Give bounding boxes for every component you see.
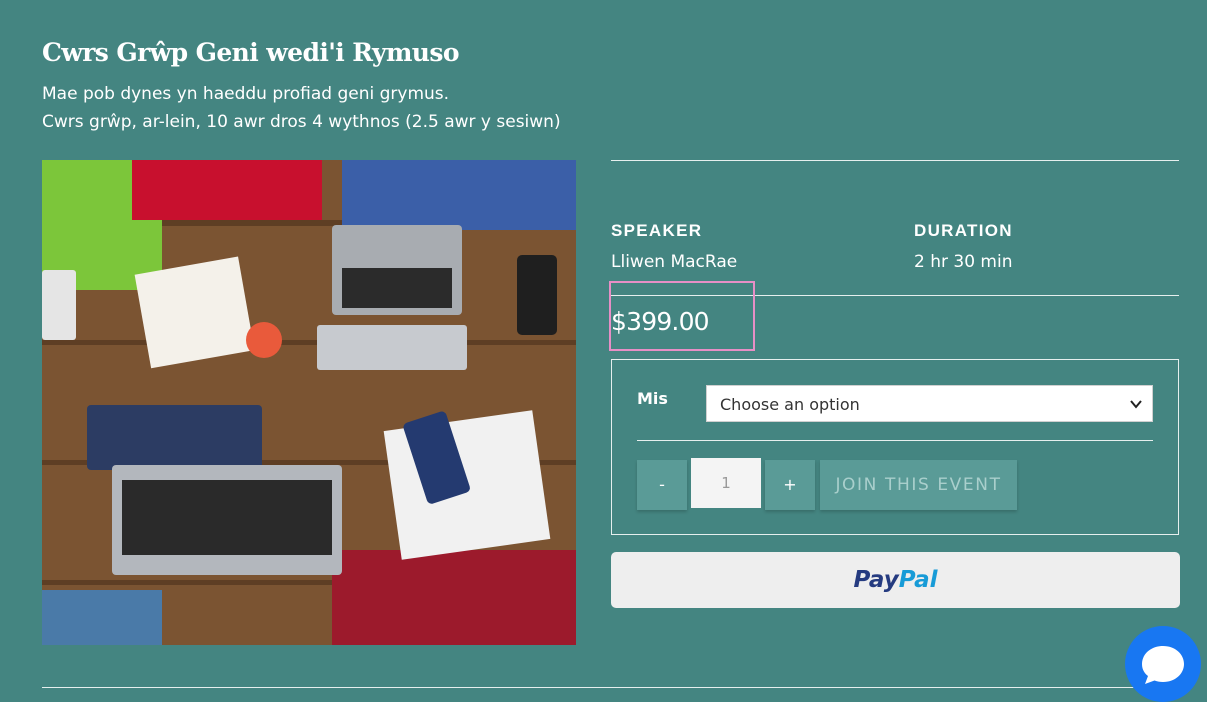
paypal-logo-pay: Pay — [853, 567, 899, 593]
price-highlight-box — [609, 281, 755, 351]
event-subtitle-line-2: Cwrs grŵp, ar-lein, 10 awr dros 4 wythno… — [42, 112, 561, 132]
paypal-logo-pal: Pal — [898, 567, 938, 593]
month-select[interactable]: Choose an option — [706, 385, 1153, 422]
form-divider — [637, 440, 1153, 441]
chat-button[interactable] — [1125, 626, 1201, 702]
speaker-label: SPEAKER — [611, 221, 703, 240]
join-event-button[interactable]: JOIN THIS EVENT — [820, 460, 1017, 510]
duration-value: 2 hr 30 min — [914, 252, 1013, 272]
month-label: Mis — [637, 389, 668, 408]
divider-top — [611, 160, 1179, 161]
speaker-value: Lliwen MacRae — [611, 252, 738, 272]
event-title: Cwrs Grŵp Geni wedi'i Rymuso — [42, 38, 460, 67]
divider-bottom — [42, 687, 1135, 688]
month-select-value: Choose an option — [720, 395, 860, 414]
quantity-decrease-button[interactable]: - — [637, 460, 687, 510]
event-subtitle-line-1: Mae pob dynes yn haeddu profiad geni gry… — [42, 84, 450, 104]
duration-label: DURATION — [914, 221, 1013, 240]
quantity-increase-button[interactable]: + — [765, 460, 815, 510]
paypal-button[interactable]: PayPal — [611, 552, 1180, 608]
event-photo — [42, 160, 576, 645]
chat-bubble-icon — [1142, 646, 1184, 684]
chevron-down-icon — [1130, 386, 1142, 438]
quantity-input[interactable]: 1 — [691, 458, 761, 508]
